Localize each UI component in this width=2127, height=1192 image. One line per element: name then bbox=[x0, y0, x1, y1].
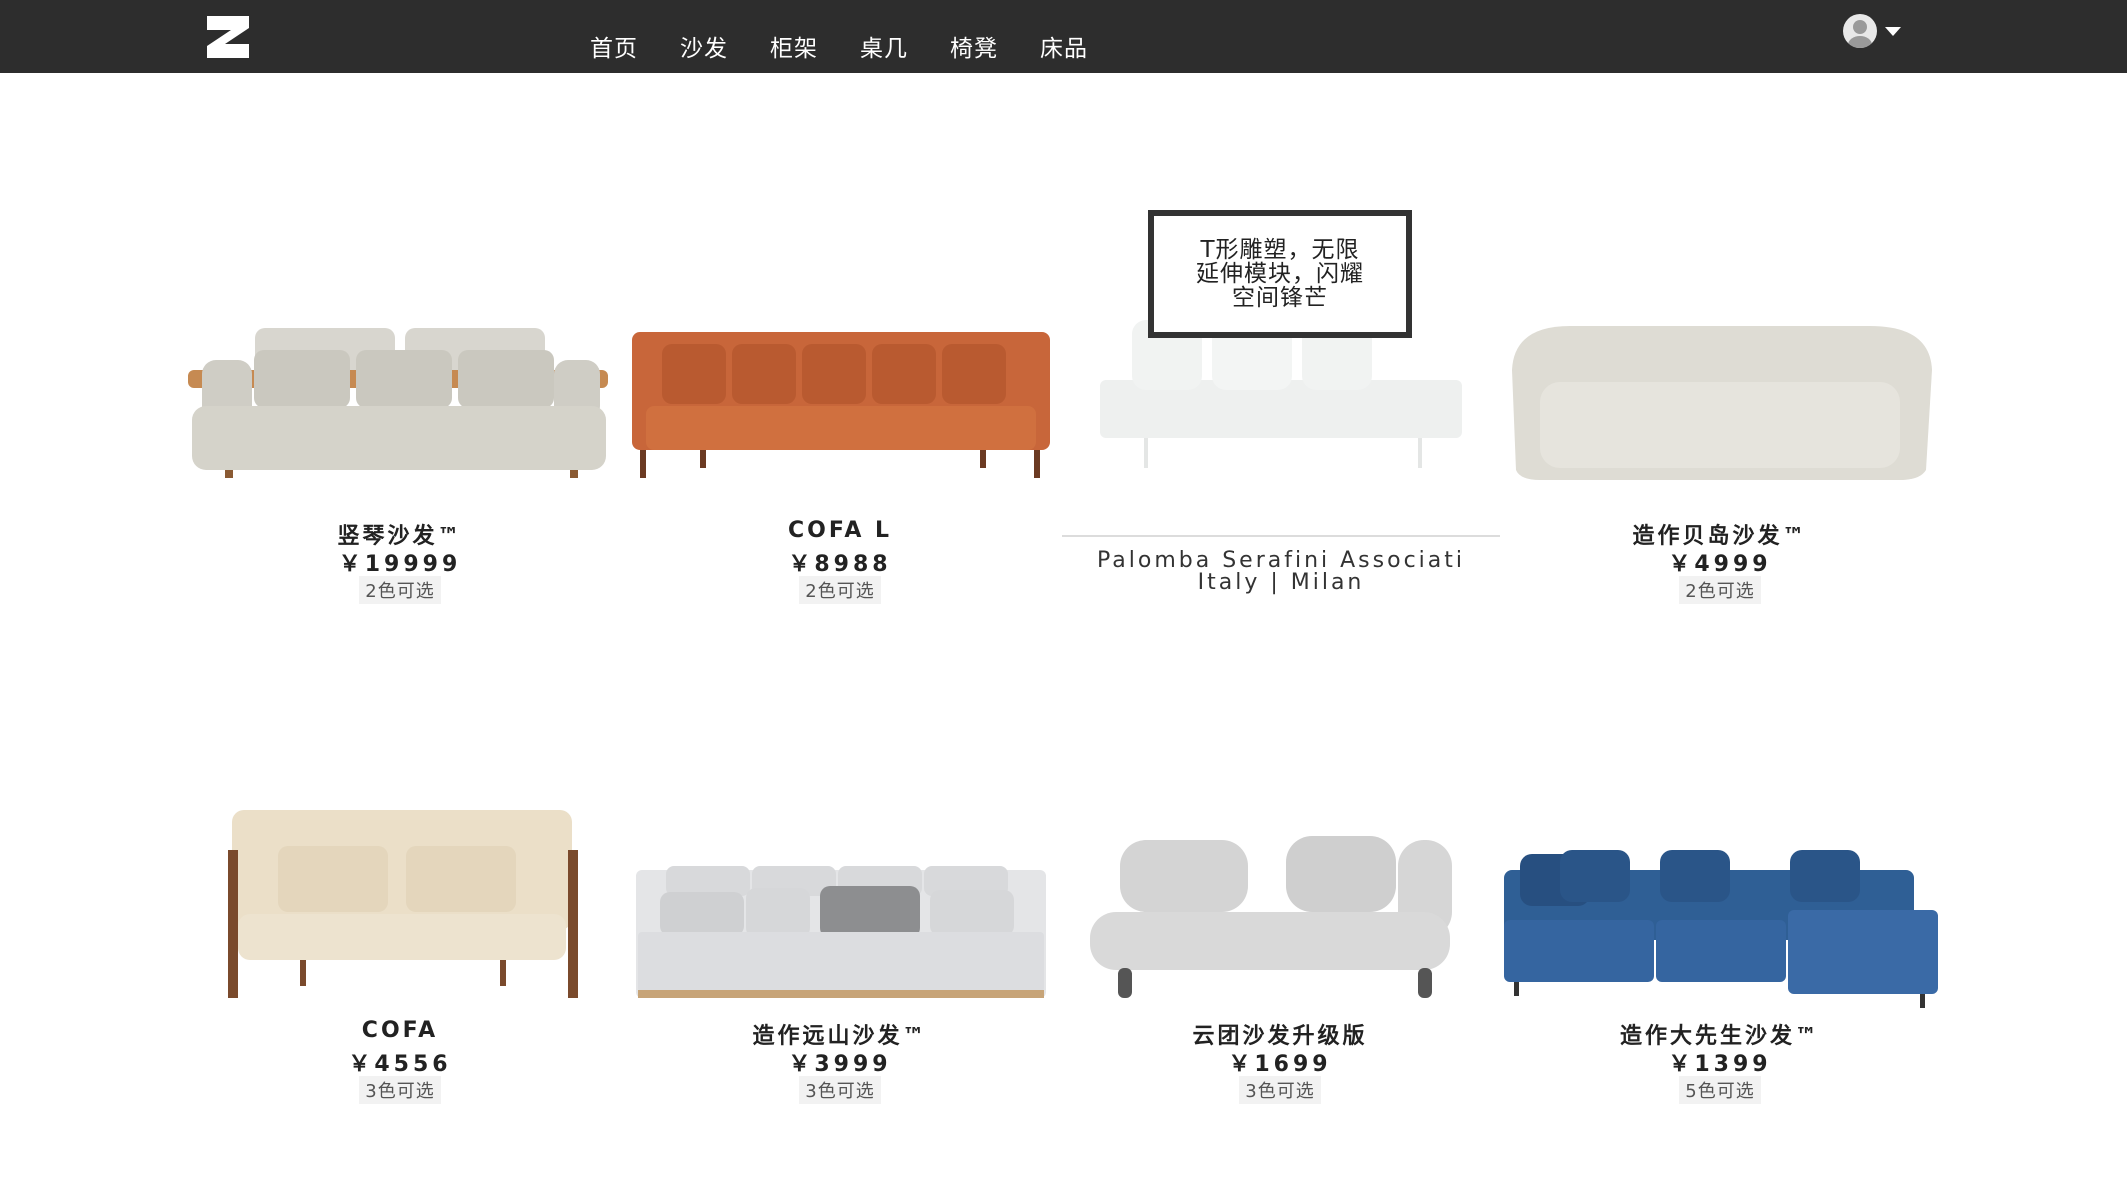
color-options-badge: 3色可选 bbox=[799, 1076, 881, 1104]
designer-credit: Palomba Serafini Associati Italy | Milan bbox=[1062, 550, 1500, 594]
nav-item-chair[interactable]: 椅凳 bbox=[950, 11, 998, 63]
user-menu[interactable] bbox=[1843, 14, 1901, 48]
main-nav: 首页 沙发 柜架 桌几 椅凳 床品 bbox=[590, 0, 1130, 73]
product-price: ￥1699 bbox=[1228, 1052, 1332, 1077]
product-image bbox=[636, 866, 1046, 998]
product-image bbox=[1090, 836, 1452, 998]
nav-item-sofa[interactable]: 沙发 bbox=[680, 11, 728, 63]
color-options-badge: 2色可选 bbox=[799, 576, 881, 604]
product-price: ￥19999 bbox=[338, 552, 462, 577]
product-price: ￥4556 bbox=[348, 1052, 452, 1077]
product-card[interactable]: 云团沙发升级版 ￥1699 3色可选 bbox=[1060, 810, 1500, 1110]
product-price: ￥1399 bbox=[1668, 1052, 1772, 1077]
caption-line: T形雕塑，无限 bbox=[1200, 237, 1360, 263]
product-card[interactable]: 造作贝岛沙发™ ￥4999 2色可选 bbox=[1500, 310, 1940, 610]
designer-name: Palomba Serafini Associati bbox=[1097, 548, 1465, 573]
avatar-icon bbox=[1843, 14, 1877, 48]
top-navigation-bar: 首页 沙发 柜架 桌几 椅凳 床品 bbox=[0, 0, 2127, 73]
brand-logo-icon[interactable] bbox=[205, 14, 251, 60]
product-card[interactable]: COFA ￥4556 3色可选 bbox=[180, 810, 620, 1110]
color-options-badge: 2色可选 bbox=[359, 576, 441, 604]
caption-line: 延伸模块，闪耀 bbox=[1196, 261, 1364, 287]
caret-down-icon bbox=[1885, 26, 1901, 36]
color-options-badge: 2色可选 bbox=[1679, 576, 1761, 604]
product-name: COFA L bbox=[787, 518, 893, 543]
product-image bbox=[1504, 850, 1938, 1008]
product-price: ￥4999 bbox=[1668, 552, 1772, 577]
product-card[interactable]: 竖琴沙发™ ￥19999 2色可选 bbox=[180, 310, 620, 610]
product-price: ￥3999 bbox=[788, 1052, 892, 1077]
caption-line: 空间锋芒 bbox=[1232, 285, 1328, 311]
nav-item-home[interactable]: 首页 bbox=[590, 11, 638, 63]
product-price: ￥8988 bbox=[788, 552, 892, 577]
nav-item-table[interactable]: 桌几 bbox=[860, 11, 908, 63]
product-image bbox=[188, 328, 608, 478]
product-card[interactable]: 造作大先生沙发™ ￥1399 5色可选 bbox=[1500, 810, 1940, 1110]
nav-item-bedding[interactable]: 床品 bbox=[1040, 11, 1088, 63]
designer-location: Italy | Milan bbox=[1197, 570, 1365, 595]
product-card[interactable]: COFA L ￥8988 2色可选 bbox=[620, 310, 1060, 610]
featured-product-card[interactable]: T形雕塑，无限 延伸模块，闪耀 空间锋芒 Palomba Serafini As… bbox=[1062, 210, 1500, 600]
feature-caption-box: T形雕塑，无限 延伸模块，闪耀 空间锋芒 bbox=[1148, 210, 1412, 338]
product-name: COFA bbox=[361, 1018, 439, 1043]
product-card[interactable]: 造作远山沙发™ ￥3999 3色可选 bbox=[620, 810, 1060, 1110]
product-image bbox=[228, 810, 578, 998]
color-options-badge: 5色可选 bbox=[1679, 1076, 1761, 1104]
color-options-badge: 3色可选 bbox=[359, 1076, 441, 1104]
divider bbox=[1062, 535, 1500, 537]
nav-item-cabinet[interactable]: 柜架 bbox=[770, 11, 818, 63]
product-image bbox=[1512, 326, 1932, 480]
color-options-badge: 3色可选 bbox=[1239, 1076, 1321, 1104]
product-image bbox=[632, 332, 1050, 478]
